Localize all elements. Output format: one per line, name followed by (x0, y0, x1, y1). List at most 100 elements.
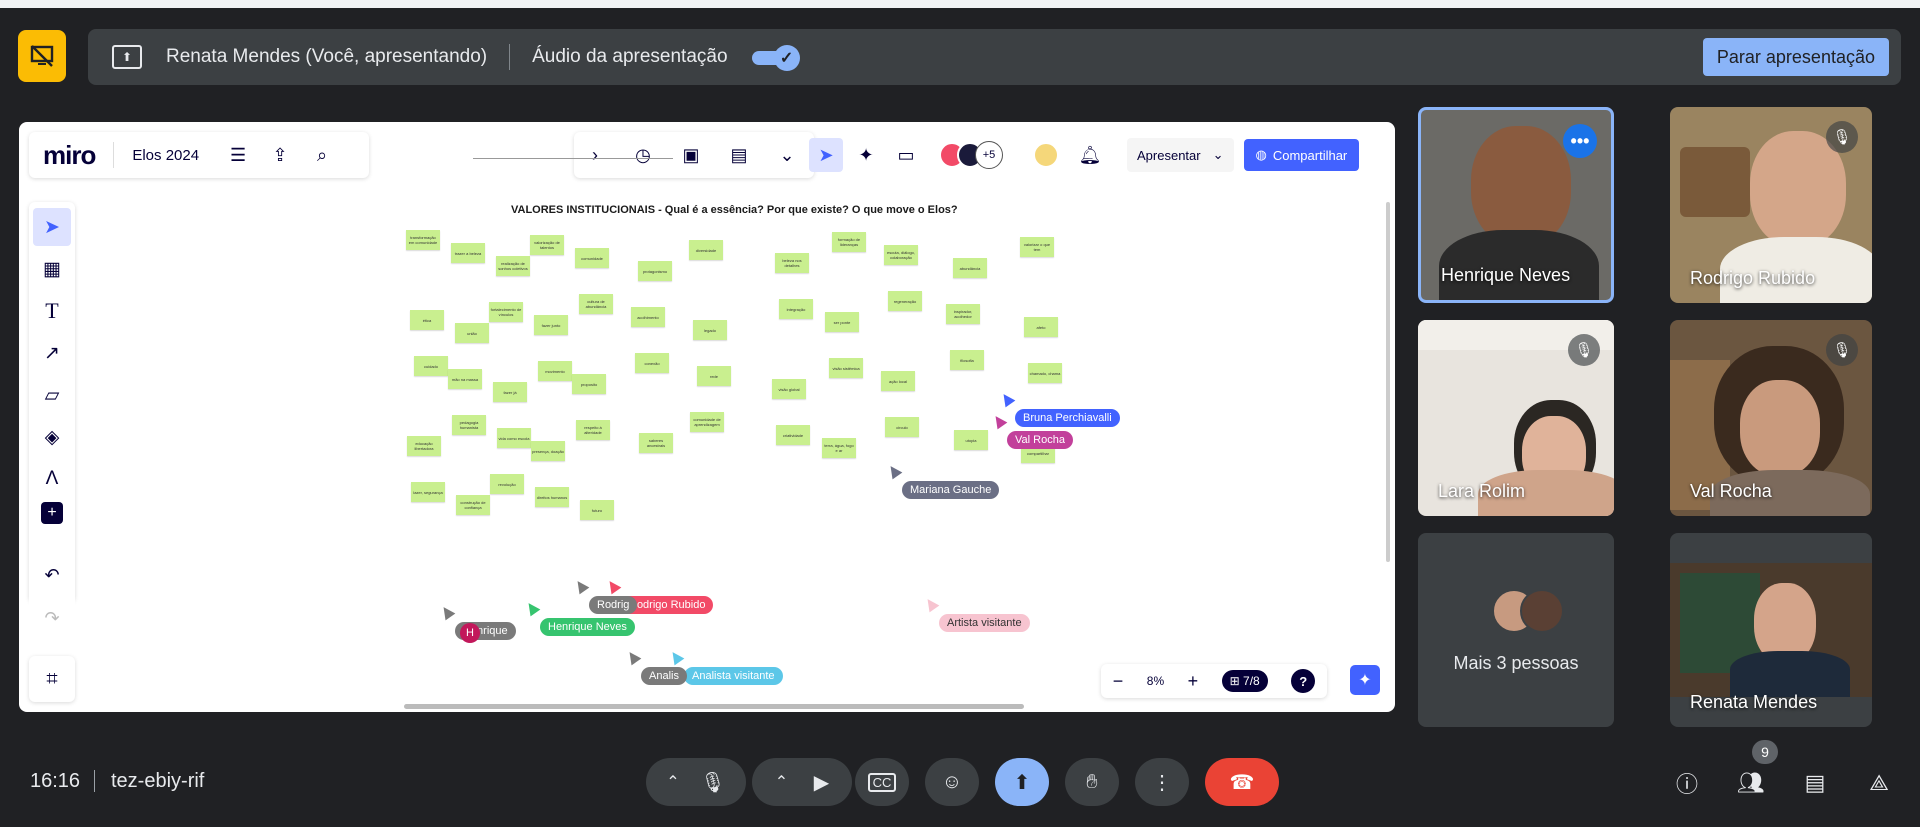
vertical-scrollbar[interactable] (1386, 202, 1390, 562)
sticky-note[interactable]: protagonismo (638, 261, 672, 281)
sticky-note[interactable]: mão na massa (448, 369, 482, 389)
activities-icon[interactable]: ⟁ (1864, 768, 1894, 798)
text-icon[interactable]: T (33, 292, 71, 330)
horizontal-scrollbar[interactable] (404, 704, 1024, 709)
sticky-note[interactable]: união (455, 323, 489, 343)
sticky-note[interactable]: escuta, diálogo, colaboração (884, 245, 918, 265)
sticky-note[interactable]: visão global (772, 379, 806, 399)
sticky-note[interactable]: formação de lideranças (832, 232, 866, 252)
video-tile-val[interactable]: 🎙︎ Val Rocha (1670, 320, 1872, 516)
leave-call-button[interactable]: ☎ (1205, 758, 1279, 806)
zoom-in-icon[interactable]: + (1188, 671, 1199, 692)
my-avatar[interactable] (1033, 142, 1059, 168)
sticky-note[interactable]: cultura de abundância (579, 294, 613, 314)
more-people-tile[interactable]: Mais 3 pessoas (1418, 533, 1614, 727)
zoom-level[interactable]: 8% (1147, 674, 1164, 688)
sticky-note[interactable]: transformação em comunidade (406, 230, 440, 250)
chat-icon[interactable]: ▤ (1800, 768, 1830, 798)
help-icon[interactable]: ? (1291, 669, 1316, 693)
sticky-note[interactable]: acolhimento (631, 307, 665, 327)
voting-icon[interactable]: ▣ (674, 138, 708, 172)
templates-icon[interactable]: ▦ (33, 250, 71, 288)
sticky-note[interactable]: presença, doação (531, 441, 565, 461)
sticky-note[interactable]: diversidade (689, 240, 723, 260)
add-icon[interactable]: + (41, 502, 63, 524)
pen-icon[interactable]: Λ (33, 460, 71, 498)
timer-icon[interactable]: ◷ (626, 138, 660, 172)
sticky-note[interactable]: revolução (490, 474, 524, 494)
sticky-note[interactable]: visão sistêmica (829, 358, 863, 378)
menu-icon[interactable]: ☰ (227, 144, 249, 166)
sticky-note[interactable]: regeneração (888, 291, 922, 311)
sticky-note[interactable]: educação libertadora (407, 436, 441, 456)
sticky-note[interactable]: valorizar o que tem (1020, 237, 1054, 257)
sticky-note[interactable]: conexão (635, 353, 669, 373)
sticky-note-icon[interactable]: ▱ (33, 376, 71, 414)
sticky-note[interactable]: abundância (953, 258, 987, 278)
reactions-icon[interactable]: ✦ (849, 138, 883, 172)
sticky-note[interactable]: vida como escola (497, 428, 531, 448)
microphone-icon[interactable]: 🎙︎ (700, 770, 725, 795)
video-tile-henrique[interactable]: ••• Henrique Neves (1418, 107, 1614, 303)
emoji-button[interactable]: ☺ (925, 758, 979, 806)
shapes-icon[interactable]: ◈ (33, 418, 71, 456)
camera-icon[interactable]: ▶ (814, 770, 829, 795)
mic-control[interactable]: ⌃ 🎙︎ (646, 758, 746, 806)
chevron-down-icon[interactable]: ⌄ (770, 138, 804, 172)
zoom-out-icon[interactable]: − (1113, 671, 1124, 692)
sticky-note[interactable]: proposito (572, 374, 606, 394)
sticky-note[interactable]: cuidado (414, 356, 448, 376)
sticky-note[interactable]: filosofia (950, 350, 984, 370)
page-indicator[interactable]: ⊞ 7/8 (1221, 670, 1268, 692)
sticky-note[interactable]: afeto (1024, 317, 1058, 337)
chevron-right-icon[interactable]: › (578, 138, 612, 172)
ai-assist-icon[interactable]: ✦ (1350, 665, 1380, 695)
bell-icon[interactable]: 🔔︎ (1073, 138, 1107, 172)
sticky-note[interactable]: lazer, segurança (411, 482, 445, 502)
collaborators[interactable]: +5 (939, 141, 1003, 169)
redo-icon[interactable]: ↷ (44, 608, 59, 629)
comment-icon[interactable]: ▭ (889, 138, 923, 172)
sticky-note[interactable]: fazer junto (534, 315, 568, 335)
upload-icon[interactable]: ⇪ (269, 144, 291, 166)
info-icon[interactable]: ⓘ (1672, 768, 1702, 798)
select-icon[interactable]: ➤ (33, 208, 71, 246)
captions-button[interactable]: CC (855, 758, 909, 806)
sticky-note[interactable]: rede (697, 366, 731, 386)
sticky-note[interactable]: ser ponte (825, 312, 859, 332)
more-options-button[interactable]: ⋮ (1135, 758, 1189, 806)
undo-icon[interactable]: ↶ (44, 565, 59, 586)
sticky-note[interactable]: circulo (885, 417, 919, 437)
video-tile-renata[interactable]: Renata Mendes (1670, 533, 1872, 727)
share-button[interactable]: ◍ Compartilhar (1243, 139, 1360, 171)
people-icon[interactable]: 👥︎ (1736, 768, 1766, 798)
sticky-note[interactable]: beleza nos detalhes (775, 253, 809, 273)
sticky-note[interactable]: pedagogia humanista (452, 415, 486, 435)
sticky-note[interactable]: terra, água, fogo e ar (822, 438, 856, 458)
sticky-note[interactable]: realização de sonhos coletivos (496, 256, 530, 276)
sticky-note[interactable]: saberes ancestrais (639, 433, 673, 453)
search-icon[interactable]: ⌕ (311, 144, 333, 166)
raise-hand-button[interactable]: ✋︎ (1065, 758, 1119, 806)
chevron-up-icon[interactable]: ⌃ (775, 772, 788, 792)
notes-icon[interactable]: ▤ (722, 138, 756, 172)
video-tile-lara[interactable]: 🎙︎ Lara Rolim (1418, 320, 1614, 516)
sticky-note[interactable]: futuro (580, 500, 614, 520)
sticky-note[interactable]: fortalecimento de vínculos (489, 302, 523, 322)
sticky-note[interactable]: integração (779, 299, 813, 319)
sticky-note[interactable]: comunidade (575, 248, 609, 268)
sticky-note[interactable]: inspirador, acolhedor (946, 304, 980, 324)
chevron-up-icon[interactable]: ⌃ (666, 772, 679, 792)
stop-presenting-button[interactable]: Parar apresentação (1702, 38, 1889, 76)
sticky-note[interactable]: movimento (538, 361, 572, 381)
sticky-note[interactable]: valorização de talentos (530, 235, 564, 255)
sticky-note[interactable]: trazer a beleza (451, 243, 485, 263)
sticky-note[interactable]: utopia (954, 430, 988, 450)
present-now-button[interactable]: ⬆ (995, 758, 1049, 806)
sticky-note[interactable]: respeito à alteridade (576, 420, 610, 440)
sticky-note[interactable]: ética (410, 310, 444, 330)
sticky-note[interactable]: criatividade (776, 425, 810, 445)
sticky-note[interactable]: legado (693, 320, 727, 340)
cursor-select-icon[interactable]: ➤ (809, 138, 843, 172)
present-button[interactable]: Apresentar ⌄ (1127, 138, 1234, 172)
